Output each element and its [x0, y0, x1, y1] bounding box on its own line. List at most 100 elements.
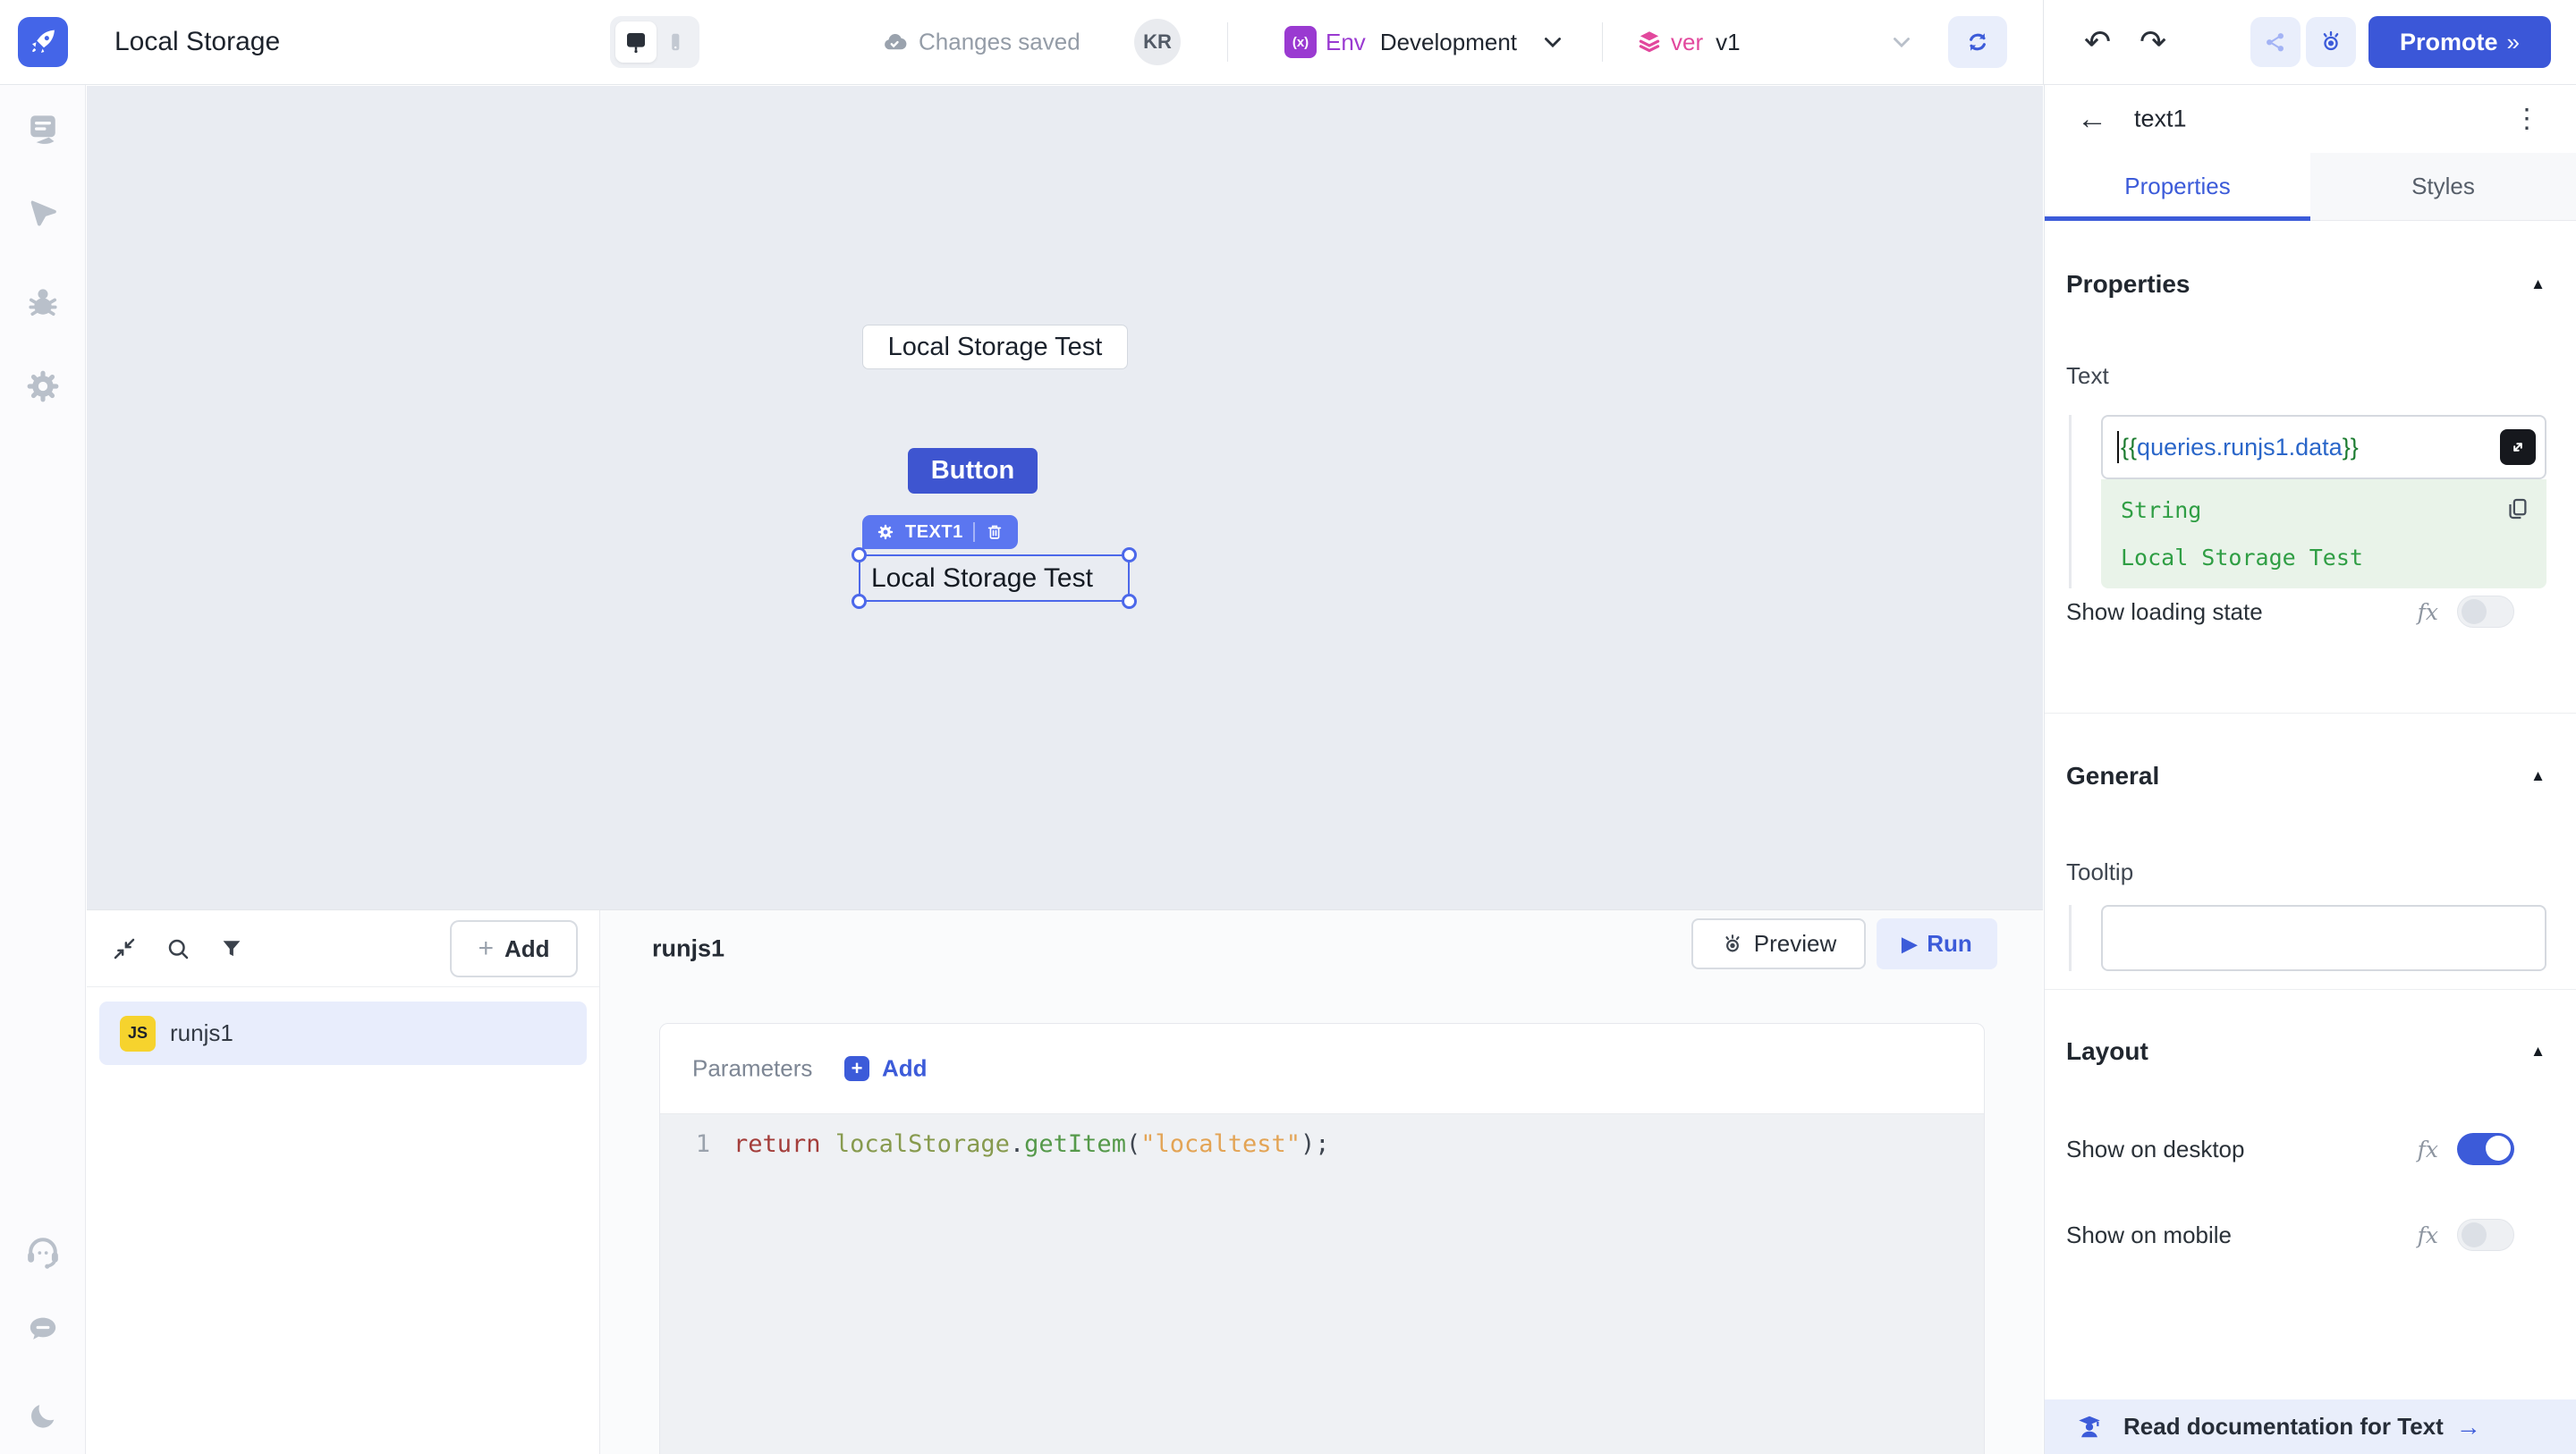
pages-icon	[23, 110, 63, 149]
sidebar-item-interact[interactable]	[23, 195, 63, 234]
copy-button[interactable]	[2502, 494, 2532, 524]
button-widget[interactable]: Button	[908, 448, 1038, 494]
collapse-triangle-icon[interactable]: ▲	[2530, 767, 2546, 785]
show-on-desktop-row: Show on desktop fx	[2066, 1129, 2546, 1169]
promote-button[interactable]: Promote »	[2368, 16, 2551, 68]
filter-funnel-icon	[218, 935, 245, 962]
environment-chevron-down-icon[interactable]	[1540, 30, 1565, 55]
inspector-panel: ← text1 ⋮ Properties Styles Properties ▲…	[2044, 85, 2576, 1454]
environment-value: Development	[1379, 28, 1518, 55]
query-name: runjs1	[170, 1019, 233, 1046]
kebab-menu-icon[interactable]: ⋮	[2513, 104, 2540, 135]
query-editor-pane: runjs1 Preview ▶ Run Parameters + Add 1 …	[600, 910, 2043, 1454]
undo-button[interactable]: ↶	[2084, 26, 2111, 58]
field-accent-bar	[2069, 905, 2072, 971]
play-icon: ▶	[1902, 932, 1918, 955]
topbar-divider	[1602, 22, 1603, 62]
promote-chevrons-icon: »	[2506, 28, 2520, 55]
fx-icon[interactable]: fx	[2418, 599, 2438, 625]
app-logo[interactable]	[18, 17, 68, 67]
mobile-toggle-button[interactable]	[655, 21, 696, 63]
add-parameter-button[interactable]: Add	[882, 1055, 928, 1083]
search-icon	[165, 935, 191, 962]
promote-label: Promote	[2400, 28, 2498, 55]
trash-icon[interactable]	[985, 522, 1004, 542]
fx-icon[interactable]: fx	[2418, 1222, 2438, 1248]
resize-handle-bottom-left[interactable]	[852, 594, 867, 609]
preview-label: Preview	[1753, 930, 1837, 957]
tab-styles[interactable]: Styles	[2310, 153, 2576, 220]
selected-widget-name: TEXT1	[905, 521, 963, 542]
collapse-triangle-icon[interactable]: ▲	[2530, 275, 2546, 293]
version-chevron-down-icon[interactable]	[1889, 30, 1914, 55]
collapse-panel-button[interactable]	[106, 931, 142, 967]
resize-handle-top-left[interactable]	[852, 547, 867, 562]
app-window: Local Storage Changes saved KR (x) Env D…	[0, 0, 2576, 1454]
evaluation-preview: String Local Storage Test	[2101, 479, 2546, 588]
environment-selector[interactable]: (x) Env Development	[1284, 26, 1517, 58]
app-title: Local Storage	[114, 27, 281, 56]
sidebar-item-feedback[interactable]	[23, 1310, 63, 1349]
selected-widget-badge[interactable]: TEXT1	[862, 515, 1018, 549]
refresh-button[interactable]	[1948, 16, 2007, 68]
graduate-icon	[2075, 1413, 2104, 1441]
editor-canvas[interactable]: Local Storage Test Button TEXT1 Local St…	[87, 86, 2043, 909]
chat-bubble-icon	[25, 1312, 61, 1348]
text-cursor	[2117, 431, 2119, 463]
add-query-button[interactable]: + Add	[450, 920, 578, 977]
search-queries-button[interactable]	[160, 931, 196, 967]
line-number: 1	[695, 1130, 710, 1158]
text-input-widget[interactable]: Local Storage Test	[862, 325, 1128, 369]
filter-queries-button[interactable]	[214, 931, 250, 967]
desktop-toggle-button[interactable]	[615, 21, 657, 63]
layout-section-header[interactable]: Layout ▲	[2066, 1037, 2546, 1066]
collapse-arrows-icon	[111, 935, 138, 962]
resize-handle-top-right[interactable]	[1122, 547, 1137, 562]
show-on-mobile-row: Show on mobile fx	[2066, 1215, 2546, 1255]
query-panel: + Add JS runjs1 runjs1 Preview ▶ Run Par…	[87, 909, 2043, 1454]
expression-value: {{queries.runjs1.data}}	[2121, 433, 2359, 461]
inspector-title: text1	[2134, 105, 2187, 132]
desktop-icon	[623, 29, 649, 55]
show-on-desktop-toggle[interactable]	[2457, 1133, 2514, 1165]
code-text[interactable]: return localStorage.getItem("localtest")…	[733, 1130, 1330, 1158]
rocket-icon	[27, 26, 59, 58]
version-selector[interactable]: ver v1	[1635, 28, 1741, 56]
watch-eye-button[interactable]	[2306, 17, 2356, 67]
tooltip-input[interactable]	[2101, 905, 2546, 971]
text-property-label: Text	[2066, 362, 2109, 389]
query-list-item[interactable]: JS runjs1	[99, 1002, 587, 1065]
redo-button[interactable]: ↷	[2140, 26, 2166, 58]
sidebar-item-pages[interactable]	[23, 110, 63, 149]
documentation-link[interactable]: Read documentation for Text →	[2045, 1399, 2576, 1454]
resize-handle-bottom-right[interactable]	[1122, 594, 1137, 609]
properties-section-header[interactable]: Properties ▲	[2066, 270, 2546, 299]
sidebar-item-settings[interactable]	[23, 367, 63, 406]
query-list-pane: + Add JS runjs1	[87, 910, 600, 1454]
mobile-icon	[664, 30, 687, 54]
avatar[interactable]: KR	[1134, 19, 1181, 65]
fx-icon[interactable]: fx	[2418, 1137, 2438, 1162]
general-section-header[interactable]: General ▲	[2066, 762, 2546, 790]
sidebar-item-dark-mode[interactable]	[23, 1397, 63, 1436]
selected-text-widget[interactable]: Local Storage Test	[852, 547, 1137, 609]
query-editor-title: runjs1	[652, 934, 725, 962]
show-on-mobile-toggle[interactable]	[2457, 1219, 2514, 1251]
sidebar-item-support[interactable]	[23, 1232, 63, 1272]
sidebar-item-debug[interactable]	[23, 283, 63, 322]
share-button[interactable]	[2250, 17, 2301, 67]
expand-editor-button[interactable]	[2500, 429, 2536, 465]
loading-state-toggle[interactable]	[2457, 596, 2514, 628]
cursor-icon	[23, 195, 63, 234]
preview-query-button[interactable]: Preview	[1691, 918, 1866, 969]
add-parameter-plus-icon[interactable]: +	[844, 1056, 869, 1081]
device-toggle	[610, 16, 699, 68]
back-arrow-icon[interactable]: ←	[2077, 104, 2107, 134]
text-property-input[interactable]: {{queries.runjs1.data}}	[2101, 415, 2546, 479]
collapse-triangle-icon[interactable]: ▲	[2530, 1043, 2546, 1061]
code-line: 1 return localStorage.getItem("localtest…	[660, 1130, 1984, 1158]
widget-gear-icon[interactable]	[876, 522, 895, 542]
tab-properties[interactable]: Properties	[2045, 153, 2310, 221]
run-query-button[interactable]: ▶ Run	[1877, 918, 1997, 969]
code-editor[interactable]: 1 return localStorage.getItem("localtest…	[660, 1114, 1984, 1454]
